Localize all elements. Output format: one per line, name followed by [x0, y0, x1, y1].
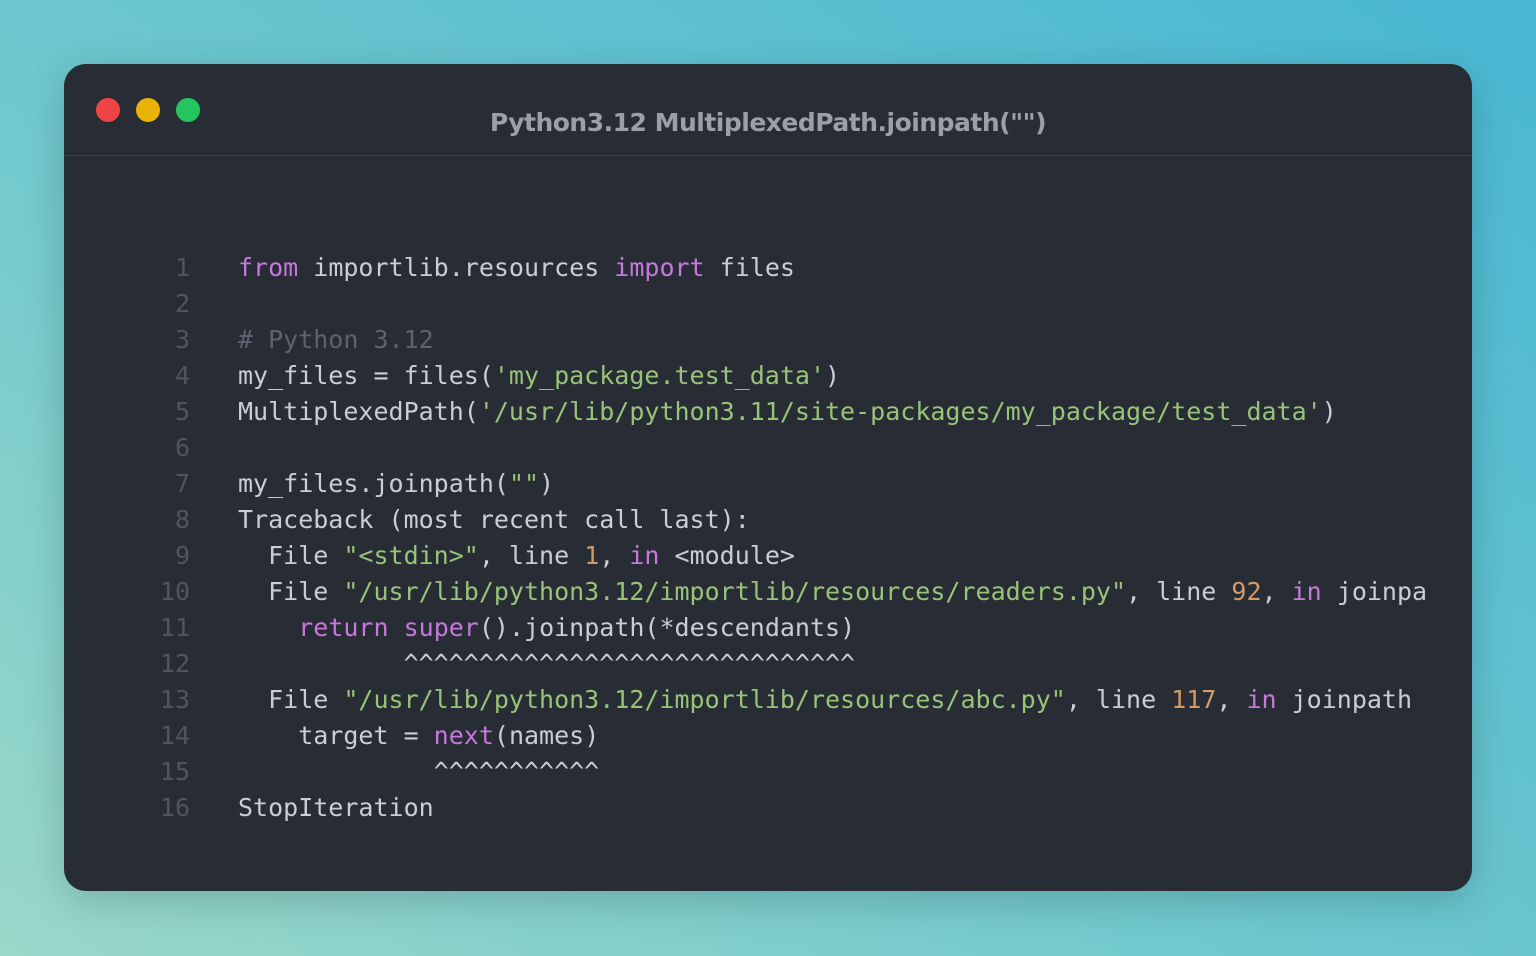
- code-line: 9 File "<stdin>", line 1, in <module>: [64, 538, 1472, 574]
- code-token-text: importlib.resources: [298, 253, 615, 282]
- code-token-string: "": [508, 469, 540, 498]
- code-token-text: ): [825, 361, 841, 390]
- code-token-text: Traceback (most recent call last):: [238, 505, 750, 534]
- code-token-text: ): [1321, 397, 1337, 426]
- code-line: 5 MultiplexedPath('/usr/lib/python3.11/si…: [64, 394, 1472, 430]
- line-number: 13: [159, 685, 190, 714]
- code-line: 4 my_files = files('my_package.test_data'…: [64, 358, 1472, 394]
- code-token-text: (names): [493, 721, 600, 750]
- code-token-text: joinpa: [1321, 577, 1428, 606]
- code-line: 11 return super().joinpath(*descendants): [64, 610, 1472, 646]
- line-content: my_files.joinpath(""): [238, 466, 554, 502]
- code-token-keyword: next: [433, 721, 494, 750]
- code-line: 6: [64, 430, 1472, 466]
- code-token-keyword: in: [1246, 685, 1277, 714]
- line-content: my_files = files('my_package.test_data'): [238, 358, 840, 394]
- code-line: 7 my_files.joinpath(""): [64, 466, 1472, 502]
- code-token-string: "<stdin>": [343, 541, 479, 570]
- line-number: 4: [174, 361, 190, 390]
- code-token-text: joinpath: [1276, 685, 1413, 714]
- line-number: 11: [159, 613, 190, 642]
- line-content: Traceback (most recent call last):: [238, 502, 750, 538]
- code-token-text: ,: [1216, 685, 1247, 714]
- line-content: target = next(names): [238, 718, 599, 754]
- code-token-comment: # Python 3.12: [238, 325, 434, 354]
- code-token-text: ^^^^^^^^^^^^^^^^^^^^^^^^^^^^^^: [238, 649, 856, 678]
- code-token-text: File: [238, 685, 344, 714]
- line-number: 15: [159, 757, 190, 786]
- code-token-text: File: [238, 541, 344, 570]
- line-number: 3: [174, 325, 190, 354]
- code-line: 15 ^^^^^^^^^^^: [64, 754, 1472, 790]
- code-token-text: my_files = files(: [238, 361, 494, 390]
- code-line: 16 StopIteration: [64, 790, 1472, 826]
- line-number: 14: [159, 721, 190, 750]
- code-token-text: MultiplexedPath(: [238, 397, 479, 426]
- line-number: 12: [159, 649, 190, 678]
- line-content: File "/usr/lib/python3.12/importlib/reso…: [238, 574, 1427, 610]
- code-token-keyword: from: [238, 253, 299, 282]
- code-token-text: StopIteration: [238, 793, 434, 822]
- code-line: 1 from importlib.resources import files: [64, 250, 1472, 286]
- code-token-keyword: return: [298, 613, 389, 642]
- code-token-text: ): [539, 469, 555, 498]
- code-token-keyword: in: [629, 541, 660, 570]
- line-content: MultiplexedPath('/usr/lib/python3.11/sit…: [238, 394, 1337, 430]
- line-number: 16: [159, 793, 190, 822]
- window-title: Python3.12 MultiplexedPath.joinpath(""): [489, 108, 1047, 137]
- code-line: 2: [64, 286, 1472, 322]
- code-token-text: File: [238, 577, 344, 606]
- code-line: 12 ^^^^^^^^^^^^^^^^^^^^^^^^^^^^^^: [64, 646, 1472, 682]
- line-content: ^^^^^^^^^^^: [238, 754, 600, 790]
- line-number: 9: [174, 541, 190, 570]
- code-line: 3 # Python 3.12: [64, 322, 1472, 358]
- window-titlebar: Python3.12 MultiplexedPath.joinpath(""): [64, 64, 1472, 156]
- code-line: 13 File "/usr/lib/python3.12/importlib/r…: [64, 682, 1472, 718]
- line-number: 10: [159, 577, 190, 606]
- code-token-number: 117: [1171, 685, 1217, 714]
- code-token-text: ,: [1261, 577, 1292, 606]
- code-token-string: 'my_package.test_data': [493, 361, 826, 390]
- code-token-text: files: [704, 253, 795, 282]
- code-token-keyword: import: [614, 253, 705, 282]
- line-number: 8: [174, 505, 190, 534]
- line-content: return super().joinpath(*descendants): [238, 610, 855, 646]
- code-token-string: '/usr/lib/python3.11/site-packages/my_pa…: [478, 397, 1322, 426]
- code-block: 1 from importlib.resources import files 2 3…: [64, 250, 1472, 826]
- code-window: Python3.12 MultiplexedPath.joinpath("") …: [64, 64, 1472, 891]
- line-number: 1: [174, 253, 190, 282]
- line-content: StopIteration: [238, 790, 434, 826]
- code-token-text: ,: [599, 541, 630, 570]
- line-number: 2: [174, 289, 190, 318]
- code-token-string: "/usr/lib/python3.12/importlib/resources…: [343, 577, 1127, 606]
- code-token-keyword: super: [403, 613, 479, 642]
- line-content: ^^^^^^^^^^^^^^^^^^^^^^^^^^^^^^: [238, 646, 856, 682]
- code-token-keyword: in: [1291, 577, 1322, 606]
- code-token-text: target =: [238, 721, 434, 750]
- code-line: 14 target = next(names): [64, 718, 1472, 754]
- line-content: File "/usr/lib/python3.12/importlib/reso…: [238, 682, 1412, 718]
- code-token-text: my_files.joinpath(: [238, 469, 509, 498]
- code-line: 8 Traceback (most recent call last):: [64, 502, 1472, 538]
- code-token-string: "/usr/lib/python3.12/importlib/resources…: [343, 685, 1066, 714]
- line-content: from importlib.resources import files: [238, 250, 795, 286]
- line-content: # Python 3.12: [238, 322, 434, 358]
- code-token-text: ().joinpath(*descendants): [478, 613, 856, 642]
- code-token-text: , line: [1065, 685, 1172, 714]
- code-token-text: , line: [1126, 577, 1232, 606]
- line-number: 6: [174, 433, 190, 462]
- code-token-text: <module>: [659, 541, 795, 570]
- code-line: 10 File "/usr/lib/python3.12/importlib/r…: [64, 574, 1472, 610]
- code-token-number: 1: [584, 541, 600, 570]
- code-token-text: ^^^^^^^^^^^: [238, 757, 600, 786]
- line-number: 7: [174, 469, 190, 498]
- line-content: File "<stdin>", line 1, in <module>: [238, 538, 795, 574]
- code-token-text: , line: [478, 541, 585, 570]
- line-number: 5: [174, 397, 190, 426]
- code-token-number: 92: [1231, 577, 1262, 606]
